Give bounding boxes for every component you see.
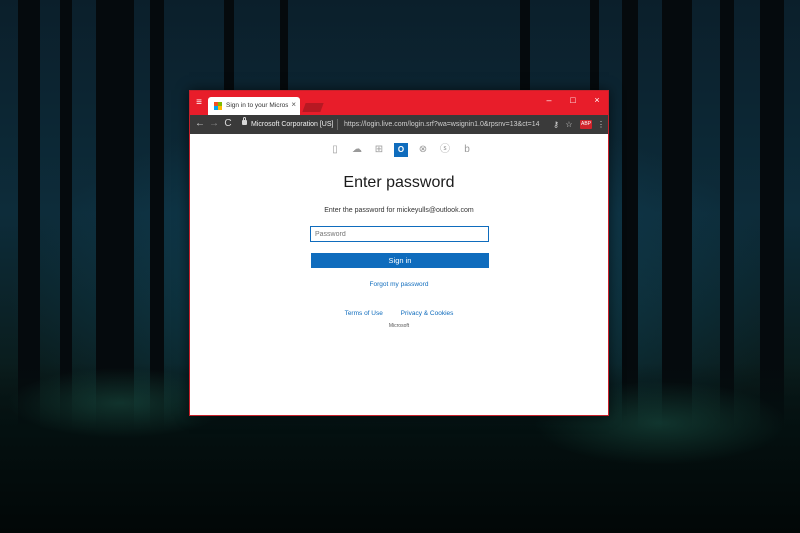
privacy-cookies-link[interactable]: Privacy & Cookies [401, 310, 454, 317]
footer-links: Terms of Use Privacy & Cookies [190, 310, 608, 317]
tab-close-icon[interactable]: × [291, 99, 296, 111]
browser-window: ≡ Sign in to your Microsoft × – □ × ← → … [189, 90, 609, 416]
title-bar: ≡ Sign in to your Microsoft × – □ × [190, 91, 608, 115]
tab-signin[interactable]: Sign in to your Microsoft × [208, 97, 300, 115]
site-identity[interactable]: Microsoft Corporation [US] [251, 119, 333, 130]
back-button[interactable]: ← [194, 118, 206, 130]
forward-button[interactable]: → [208, 118, 220, 130]
address-separator [337, 119, 338, 130]
bing-icon[interactable]: b [460, 143, 474, 157]
tab-title: Sign in to your Microsoft [226, 102, 288, 109]
key-icon[interactable]: ⚷ [552, 119, 560, 130]
password-instruction: Enter the password for mickeyulls@outloo… [324, 207, 474, 214]
microsoft-logo-icon [214, 102, 222, 110]
address-bar[interactable]: https://login.live.com/login.srf?wa=wsig… [344, 119, 554, 130]
onedrive-icon[interactable]: ☁ [350, 143, 364, 157]
password-field[interactable] [310, 226, 489, 242]
windows-icon[interactable]: ⊞ [372, 143, 386, 157]
outlook-icon[interactable]: O [394, 143, 408, 157]
adblock-extension-icon[interactable]: ABP [580, 120, 592, 129]
microsoft-brand-label: Microsoft [388, 323, 410, 329]
menu-icon[interactable]: ⋮ [597, 119, 605, 130]
browser-toolbar: ← → C Microsoft Corporation [US] https:/… [190, 115, 608, 134]
login-page: ▯ ☁ ⊞ O ⊗ ⓢ b Enter password Enter the p… [190, 134, 608, 415]
lock-icon [242, 117, 247, 125]
xbox-icon[interactable]: ⊗ [416, 143, 430, 157]
browser-app-icon[interactable]: ≡ [194, 96, 204, 110]
sign-in-button[interactable]: Sign in [311, 253, 489, 268]
maximize-button[interactable]: □ [562, 93, 584, 107]
bookmark-star-icon[interactable]: ☆ [564, 119, 574, 130]
office-icon[interactable]: ▯ [328, 143, 342, 157]
page-title: Enter password [343, 174, 455, 191]
forgot-password-link[interactable]: Forgot my password [190, 281, 608, 288]
reload-button[interactable]: C [222, 118, 234, 130]
minimize-button[interactable]: – [538, 93, 560, 107]
terms-of-use-link[interactable]: Terms of Use [345, 310, 383, 317]
close-window-button[interactable]: × [586, 93, 608, 107]
service-icons-row: ▯ ☁ ⊞ O ⊗ ⓢ b [328, 143, 474, 157]
new-tab-button[interactable] [302, 103, 324, 112]
skype-icon[interactable]: ⓢ [438, 143, 452, 157]
